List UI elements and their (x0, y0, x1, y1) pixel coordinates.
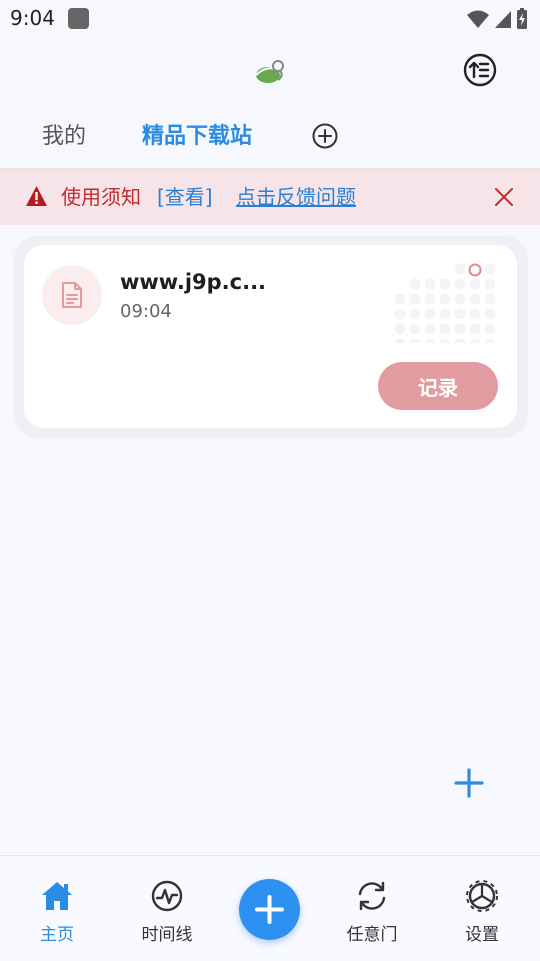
dot-grid-decoration (394, 263, 496, 343)
center-add-button[interactable] (239, 879, 300, 940)
sort-upload-icon[interactable] (462, 52, 498, 88)
logo-icon (255, 60, 284, 83)
file-avatar (42, 265, 102, 325)
status-time: 9:04 (10, 6, 55, 30)
add-icon (255, 895, 284, 924)
notice-title: 使用须知 (61, 185, 141, 209)
nav-timeline[interactable]: 时间线 (127, 878, 207, 948)
close-icon[interactable] (493, 186, 515, 208)
notice-banner: 使用须知 [查看] 点击反馈问题 (0, 168, 540, 225)
tab-bar: 我的 精品下载站 (0, 108, 540, 164)
add-circle-icon[interactable] (311, 122, 339, 150)
plus-icon[interactable] (452, 766, 486, 800)
warning-icon (26, 186, 47, 206)
status-icons (466, 7, 528, 31)
nav-timeline-label: 时间线 (141, 925, 193, 945)
card-title: www.j9p.c... (120, 270, 267, 294)
tab-mine[interactable]: 我的 (42, 122, 86, 152)
app-bar (0, 38, 540, 102)
wifi-icon (467, 10, 489, 28)
card-time: 09:04 (120, 301, 172, 322)
nav-portal[interactable]: 任意门 (332, 878, 412, 948)
tab-premium-download[interactable]: 精品下载站 (142, 122, 252, 152)
sync-icon (358, 881, 386, 911)
record-button[interactable]: 记录 (378, 362, 498, 410)
settings-icon (466, 880, 498, 912)
battery-icon (517, 8, 527, 29)
signal-icon (495, 11, 511, 28)
nav-home[interactable]: 主页 (17, 878, 97, 948)
feedback-link[interactable]: 点击反馈问题 (236, 184, 356, 210)
status-bar: 9:04 (0, 0, 540, 38)
timeline-icon (151, 880, 183, 912)
nav-settings-label: 设置 (465, 925, 499, 945)
site-card[interactable]: www.j9p.c... 09:04 记录 (24, 245, 517, 428)
notice-view-link[interactable]: [查看] (157, 184, 213, 210)
home-icon (42, 882, 72, 910)
nav-settings[interactable]: 设置 (442, 878, 522, 948)
app-icon (68, 8, 89, 29)
nav-home-label: 主页 (40, 925, 74, 945)
document-icon (62, 282, 82, 308)
nav-portal-label: 任意门 (346, 925, 398, 945)
